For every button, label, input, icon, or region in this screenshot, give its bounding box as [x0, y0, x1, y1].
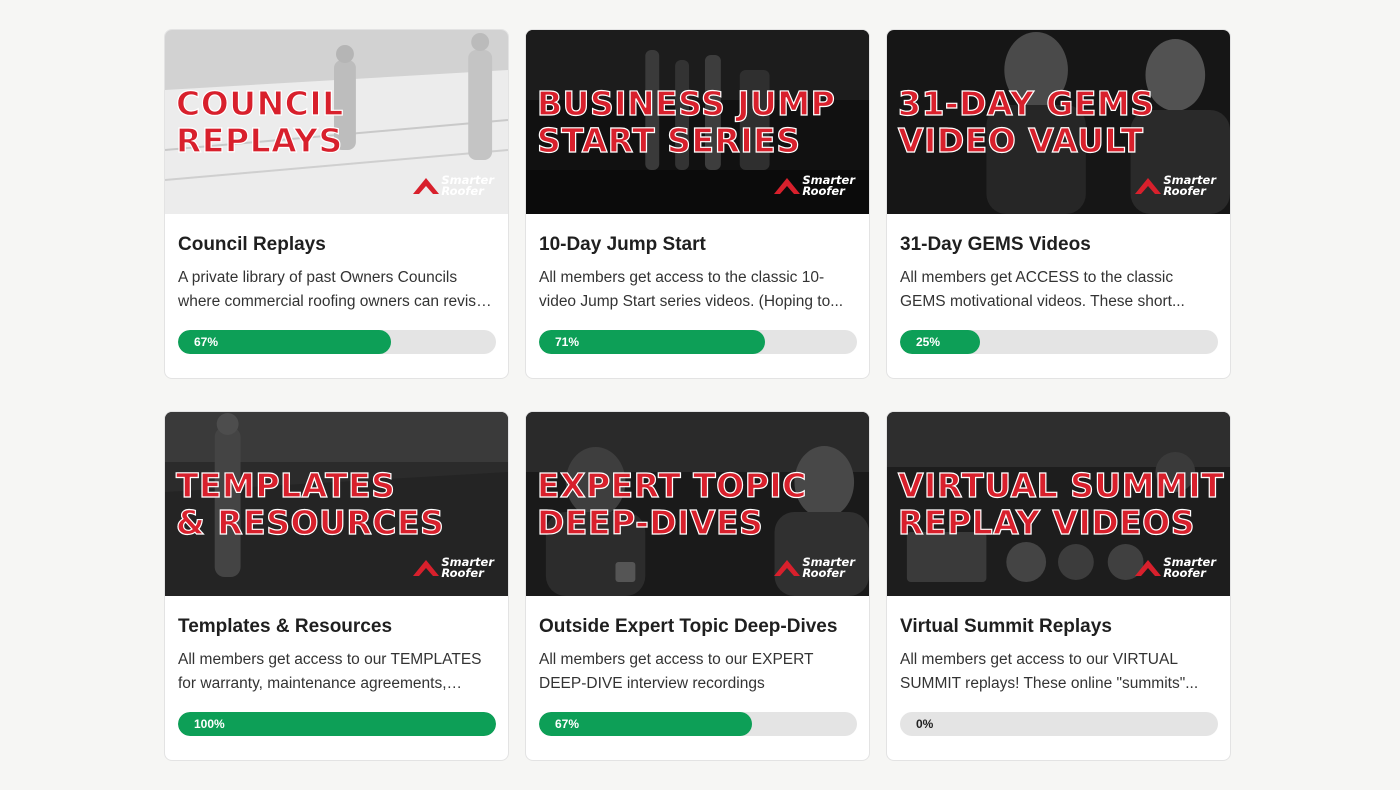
progress-label: 0% [916, 717, 934, 731]
course-description: All members get access to our VIRTUAL SU… [900, 651, 1199, 692]
progress-label: 67% [555, 717, 580, 731]
thumbnail-title: 31-Day GEMS Video Vault [897, 84, 1155, 160]
course-card-31-day-gems-videos[interactable]: 31-Day GEMS Video Vault Smarter Roofer 31… [886, 29, 1231, 379]
course-title[interactable]: Council Replays [178, 233, 495, 257]
course-description: A private library of past Owners Council… [178, 269, 484, 310]
smarter-roofer-logo: Smarter Roofer [413, 174, 494, 197]
course-title[interactable]: Outside Expert Topic Deep-Dives [539, 615, 856, 639]
course-card-virtual-summit-replays[interactable]: Virtual Summit Replay Videos Smarter Roof… [886, 411, 1231, 761]
course-title[interactable]: Templates & Resources [178, 615, 495, 639]
smarter-roofer-logo: Smarter Roofer [1135, 556, 1216, 579]
course-thumbnail[interactable]: Virtual Summit Replay Videos Smarter Roof… [887, 412, 1230, 596]
roof-logo-icon [1135, 560, 1162, 576]
smarter-roofer-logo: Smarter Roofer [1135, 174, 1216, 197]
course-description: All members get access to our TEMPLATES … [178, 651, 482, 692]
progress-bar: 25% [900, 330, 1218, 354]
thumbnail-title: Council Replays [175, 84, 344, 160]
course-grid: Council Replays Smarter Roofer Council Re… [164, 29, 1232, 761]
course-description: All members get access to our EXPERT DEE… [539, 651, 814, 692]
course-card-templates-resources[interactable]: Templates & Resources Smarter Roofer Temp… [164, 411, 509, 761]
progress-label: 71% [555, 335, 580, 349]
course-title[interactable]: Virtual Summit Replays [900, 615, 1217, 639]
progress-label: 67% [194, 335, 219, 349]
course-thumbnail[interactable]: Council Replays Smarter Roofer [165, 30, 508, 214]
roof-logo-icon [1135, 178, 1162, 194]
progress-bar: 67% [178, 330, 496, 354]
course-card-10-day-jump-start[interactable]: Business Jump Start Series Smarter Roofer… [525, 29, 870, 379]
course-thumbnail[interactable]: 31-Day GEMS Video Vault Smarter Roofer [887, 30, 1230, 214]
thumbnail-title: Templates & Resources [175, 466, 445, 542]
progress-bar: 100% [178, 712, 496, 736]
course-thumbnail[interactable]: Expert Topic Deep-Dives Smarter Roofer [526, 412, 869, 596]
course-thumbnail[interactable]: Templates & Resources Smarter Roofer [165, 412, 508, 596]
roof-logo-icon [774, 178, 801, 194]
course-card-expert-deep-dives[interactable]: Expert Topic Deep-Dives Smarter Roofer Ou… [525, 411, 870, 761]
course-description: All members get access to the classic 10… [539, 269, 844, 310]
course-description: All members get ACCESS to the classic GE… [900, 269, 1185, 310]
progress-fill [178, 712, 496, 736]
course-title[interactable]: 10-Day Jump Start [539, 233, 856, 257]
roof-logo-icon [413, 178, 440, 194]
progress-bar: 67% [539, 712, 857, 736]
smarter-roofer-logo: Smarter Roofer [413, 556, 494, 579]
progress-bar: 71% [539, 330, 857, 354]
course-thumbnail[interactable]: Business Jump Start Series Smarter Roofer [526, 30, 869, 214]
progress-label: 100% [194, 717, 225, 731]
roof-logo-icon [413, 560, 440, 576]
smarter-roofer-logo: Smarter Roofer [774, 556, 855, 579]
thumbnail-title: Expert Topic Deep-Dives [536, 466, 807, 542]
progress-bar: 0% [900, 712, 1218, 736]
course-title[interactable]: 31-Day GEMS Videos [900, 233, 1217, 257]
roof-logo-icon [774, 560, 801, 576]
progress-label: 25% [916, 335, 941, 349]
course-card-council-replays[interactable]: Council Replays Smarter Roofer Council Re… [164, 29, 509, 379]
smarter-roofer-logo: Smarter Roofer [774, 174, 855, 197]
